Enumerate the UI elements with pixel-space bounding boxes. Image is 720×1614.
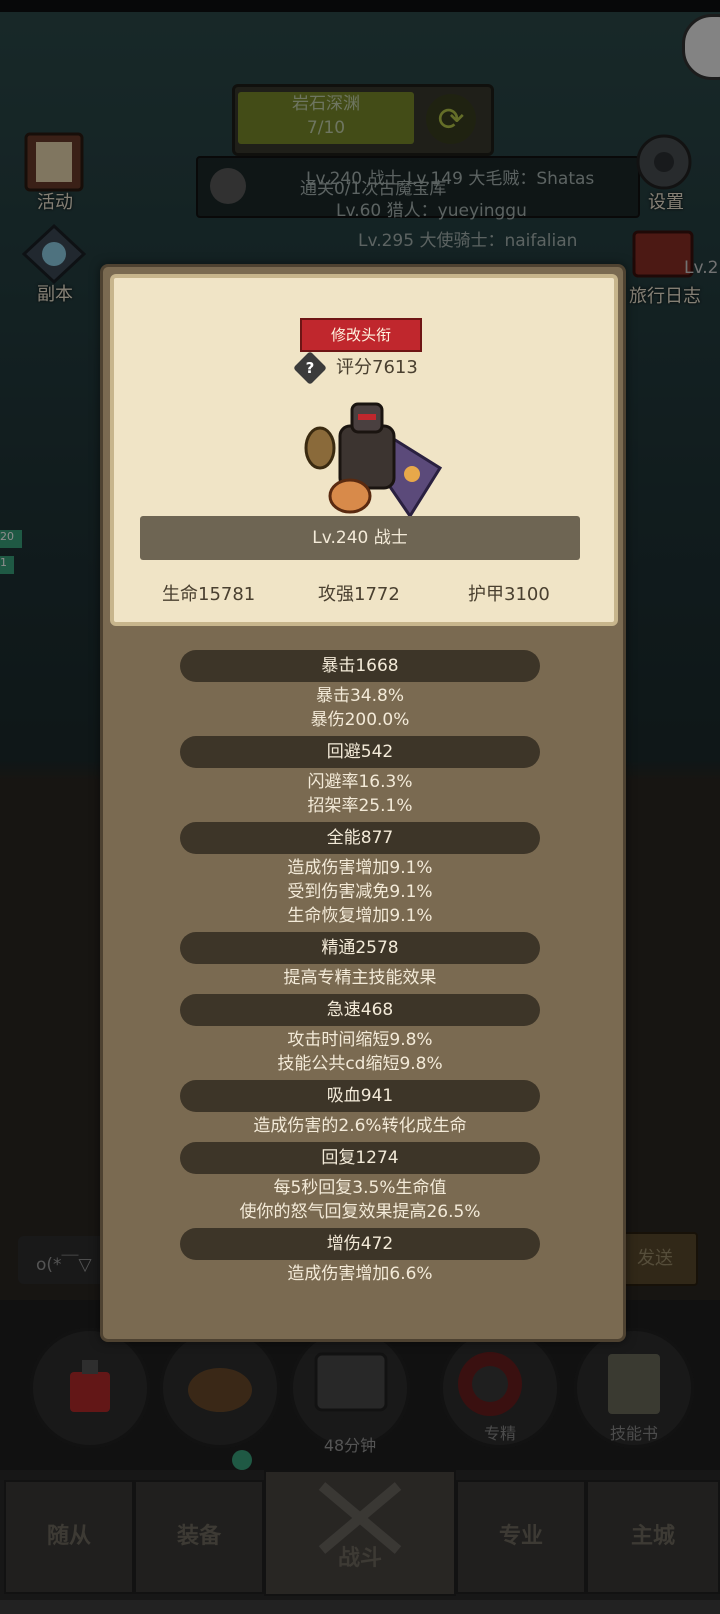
versatility-header: 全能877 bbox=[180, 822, 540, 854]
stat-detail: 造成伤害增加9.1% bbox=[287, 858, 433, 878]
stat-detail: 暴击34.8% bbox=[315, 686, 404, 706]
stat-detail: 暴伤200.0% bbox=[310, 710, 410, 730]
level-class-bar: Lv.240 战士 bbox=[140, 516, 580, 560]
stat-detail: 每5秒回复3.5%生命值 bbox=[273, 1178, 447, 1198]
stat-detail: 生命恢复增加9.1% bbox=[287, 906, 433, 926]
stat-detail: 使你的怒气回复效果提高26.5% bbox=[239, 1202, 481, 1222]
mastery-header: 精通2578 bbox=[180, 932, 540, 964]
help-icon-glyph: ? bbox=[305, 359, 315, 377]
warrior-avatar bbox=[304, 402, 443, 519]
regen-header: 回复1274 bbox=[180, 1142, 540, 1174]
hp-stat: 生命15781 bbox=[162, 584, 256, 605]
lifesteal-header: 吸血941 bbox=[180, 1080, 540, 1112]
stat-detail: 闪避率16.3% bbox=[307, 772, 413, 792]
stat-detail: 技能公共cd缩短9.8% bbox=[277, 1054, 443, 1074]
stat-detail: 攻击时间缩短9.8% bbox=[287, 1030, 433, 1050]
haste-header: 急速468 bbox=[180, 994, 540, 1026]
stat-detail: 招架率25.1% bbox=[307, 796, 413, 816]
rating-score: 评分7613 bbox=[336, 357, 418, 378]
armor-stat: 护甲3100 bbox=[468, 584, 550, 605]
dodge-header: 回避542 bbox=[180, 736, 540, 768]
crit-header: 暴击1668 bbox=[180, 650, 540, 682]
stat-detail: 受到伤害减免9.1% bbox=[287, 882, 433, 902]
edit-title-button[interactable]: 修改头衔 bbox=[300, 318, 422, 352]
stat-detail: 造成伤害增加6.6% bbox=[287, 1264, 433, 1284]
stat-detail: 造成伤害的2.6%转化成生命 bbox=[253, 1116, 467, 1136]
stat-detail: 提高专精主技能效果 bbox=[283, 968, 437, 988]
damage-bonus-header: 增伤472 bbox=[180, 1228, 540, 1260]
attack-stat: 攻强1772 bbox=[318, 584, 400, 605]
